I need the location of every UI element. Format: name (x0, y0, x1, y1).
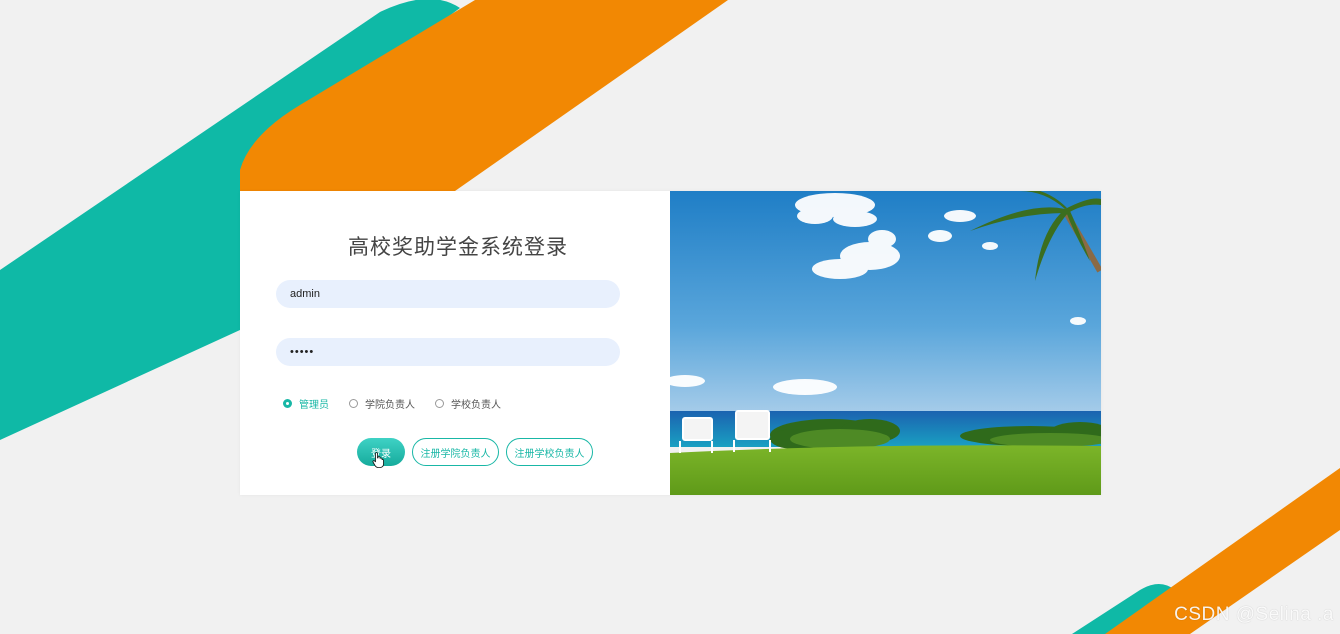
hand-cursor-icon (372, 452, 384, 468)
beach-landscape-image (670, 191, 1101, 495)
radio-unchecked-icon[interactable] (349, 399, 358, 408)
role-label: 管理员 (299, 400, 329, 411)
username-input[interactable] (276, 280, 620, 308)
role-label: 学校负责人 (451, 400, 501, 411)
login-card: 高校奖助学金系统登录 管理员 学院负责人 学校负责人 登录 (240, 191, 1101, 495)
register-school-head-button[interactable]: 注册学校负责人 (506, 438, 593, 466)
page-title: 高校奖助学金系统登录 (348, 236, 568, 259)
radio-checked-icon[interactable] (283, 399, 292, 408)
watermark-text: CSDN @Selina .a (1174, 604, 1334, 625)
password-input[interactable] (276, 338, 620, 366)
login-button[interactable]: 登录 (357, 438, 405, 468)
login-form-panel: 高校奖助学金系统登录 管理员 学院负责人 学校负责人 登录 (240, 191, 670, 495)
role-option-school-head[interactable]: 学校负责人 (435, 396, 501, 411)
role-option-admin[interactable]: 管理员 (283, 396, 329, 411)
role-radio-group: 管理员 学院负责人 学校负责人 (283, 396, 521, 411)
action-buttons: 登录 注册学院负责人 注册学校负责人 (357, 438, 600, 468)
landscape-illustration (670, 191, 1101, 495)
role-option-college-head[interactable]: 学院负责人 (349, 396, 415, 411)
register-college-head-button[interactable]: 注册学院负责人 (412, 438, 499, 466)
role-label: 学院负责人 (365, 400, 415, 411)
radio-unchecked-icon[interactable] (435, 399, 444, 408)
